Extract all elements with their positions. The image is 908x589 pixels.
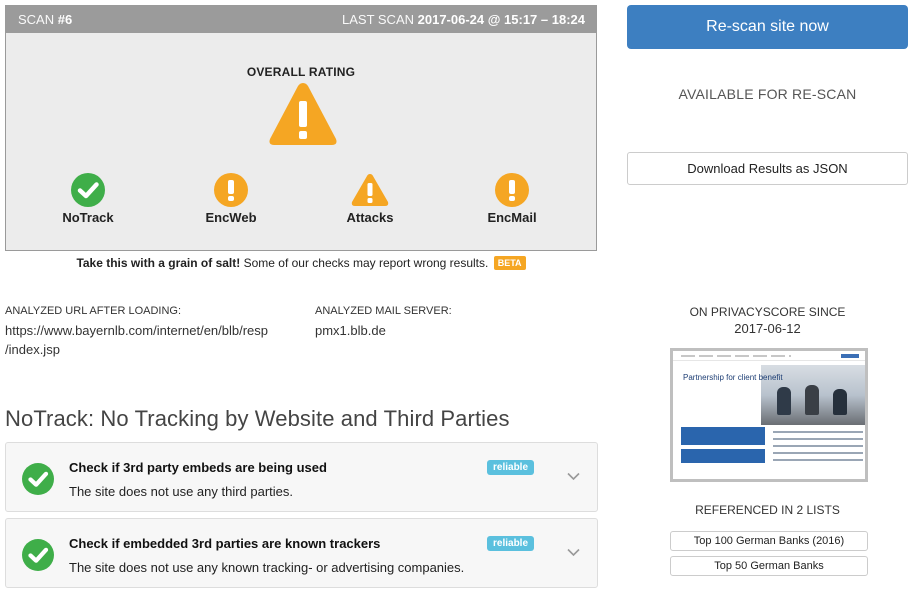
chevron-down-icon[interactable] bbox=[567, 472, 580, 481]
check-description: The site does not use any third parties. bbox=[69, 484, 294, 499]
thumbnail-block bbox=[681, 427, 765, 445]
check-title: Check if embedded 3rd parties are known … bbox=[69, 536, 381, 551]
analyzed-mail-label: ANALYZED MAIL SERVER: bbox=[315, 305, 452, 317]
rescan-button[interactable]: Re-scan site now bbox=[627, 5, 908, 49]
site-screenshot-thumbnail[interactable]: Partnership for client benefit bbox=[670, 348, 868, 482]
category-notrack[interactable]: NoTrack bbox=[43, 173, 133, 225]
category-attacks[interactable]: Attacks bbox=[325, 173, 415, 225]
referenced-label: REFERENCED IN 2 LISTS bbox=[695, 503, 840, 517]
analyzed-url-label: ANALYZED URL AFTER LOADING: bbox=[5, 305, 182, 317]
disclaimer-bold: Take this with a grain of salt! bbox=[76, 256, 241, 270]
list-link-top100[interactable]: Top 100 German Banks (2016) bbox=[670, 531, 868, 551]
scan-number: SCAN #6 bbox=[18, 12, 73, 27]
thumbnail-title: Partnership for client benefit bbox=[683, 373, 783, 382]
list-link-top50[interactable]: Top 50 German Banks bbox=[670, 556, 868, 576]
since-date: 2017-06-12 bbox=[734, 321, 801, 336]
chevron-down-icon[interactable] bbox=[567, 548, 580, 557]
thumbnail-block bbox=[681, 449, 765, 463]
exclamation-circle-icon bbox=[214, 173, 248, 207]
warning-triangle-icon bbox=[351, 174, 389, 206]
overall-rating-label: OVERALL RATING bbox=[246, 65, 356, 79]
check-item[interactable]: Check if 3rd party embeds are being used… bbox=[5, 442, 598, 512]
check-circle-icon bbox=[22, 463, 54, 495]
thumbnail-person bbox=[833, 389, 847, 415]
disclaimer-text: Some of our checks may report wrong resu… bbox=[240, 256, 489, 270]
beta-badge: BETA bbox=[493, 256, 526, 270]
category-label: EncWeb bbox=[205, 210, 257, 225]
check-item[interactable]: Check if embedded 3rd parties are known … bbox=[5, 518, 598, 588]
check-circle-icon bbox=[71, 173, 105, 207]
check-description: The site does not use any known tracking… bbox=[69, 560, 465, 575]
analyzed-url-line: https://www.bayernlb.com/internet/en/blb… bbox=[5, 323, 269, 338]
reliable-badge: reliable bbox=[487, 460, 535, 475]
category-label: Attacks bbox=[346, 210, 394, 225]
analyzed-url-line: /index.jsp bbox=[5, 342, 60, 357]
exclamation-circle-icon bbox=[495, 173, 529, 207]
check-title: Check if 3rd party embeds are being used bbox=[69, 460, 327, 475]
check-circle-icon bbox=[22, 539, 54, 571]
thumbnail-logo bbox=[841, 354, 859, 358]
last-scan: LAST SCAN 2017-06-24 @ 15:17 – 18:24 bbox=[342, 12, 585, 27]
reliable-badge: reliable bbox=[487, 536, 535, 551]
section-title: NoTrack: No Tracking by Website and Thir… bbox=[5, 406, 510, 431]
thumbnail-text-lines bbox=[773, 431, 863, 461]
warning-triangle-icon bbox=[269, 83, 337, 145]
analyzed-url-value: https://www.bayernlb.com/internet/en/blb… bbox=[5, 321, 268, 359]
category-encmail[interactable]: EncMail bbox=[467, 173, 557, 225]
category-encweb[interactable]: EncWeb bbox=[186, 173, 276, 225]
scan-panel: SCAN #6 LAST SCAN 2017-06-24 @ 15:17 – 1… bbox=[5, 5, 597, 251]
category-label: NoTrack bbox=[62, 210, 114, 225]
disclaimer: Take this with a grain of salt! Some of … bbox=[0, 256, 602, 270]
thumbnail-person bbox=[805, 385, 819, 415]
thumbnail-nav bbox=[681, 355, 791, 357]
scan-header: SCAN #6 LAST SCAN 2017-06-24 @ 15:17 – 1… bbox=[6, 6, 596, 33]
since-label: ON PRIVACYSCORE SINCE bbox=[689, 305, 846, 319]
thumbnail-person bbox=[777, 387, 791, 415]
thumbnail-topbar bbox=[673, 351, 865, 361]
download-json-button[interactable]: Download Results as JSON bbox=[627, 152, 908, 185]
available-for-rescan-label: AVAILABLE FOR RE-SCAN bbox=[678, 86, 857, 102]
category-label: EncMail bbox=[487, 210, 537, 225]
analyzed-mail-value: pmx1.blb.de bbox=[315, 323, 386, 338]
